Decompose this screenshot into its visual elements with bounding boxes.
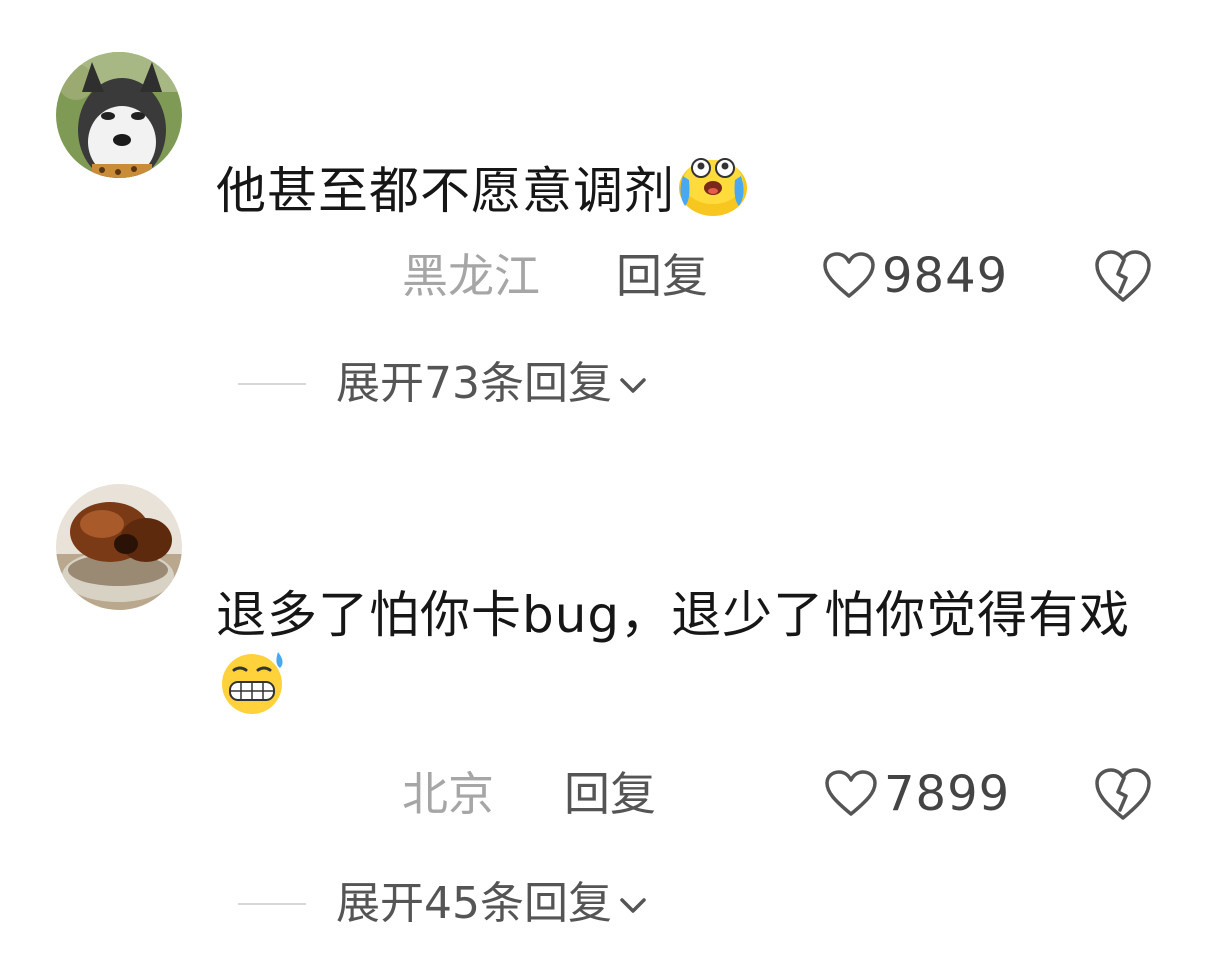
chevron-down-icon bbox=[620, 898, 646, 913]
expand-replies[interactable]: 展开45条回复 bbox=[0, 876, 1216, 932]
like-count: 7899 bbox=[884, 766, 1011, 822]
like-button[interactable]: 9849 bbox=[822, 246, 1008, 306]
broken-heart-icon[interactable] bbox=[1094, 248, 1152, 304]
comment-item: 他甚至都不愿意调剂 黑龙江 回复 9849 展开73条回复 bbox=[0, 0, 1216, 430]
comment-text-content: 他甚至都不愿意调剂 bbox=[216, 162, 675, 220]
like-count: 9849 bbox=[882, 248, 1009, 304]
reply-button[interactable]: 回复 bbox=[564, 764, 656, 824]
comment-location: 黑龙江 bbox=[402, 249, 540, 303]
husky-dog-avatar-image bbox=[56, 52, 182, 178]
comment-text: 退多了怕你卡bug，退少了怕你觉得有戏 bbox=[216, 582, 1156, 722]
comment-item: 退多了怕你卡bug，退少了怕你觉得有戏 北京 回复 7899 展开45条回复 bbox=[0, 440, 1216, 964]
expand-replies-label: 展开73条回复 bbox=[336, 358, 612, 409]
crying-laughing-face-icon bbox=[675, 150, 749, 218]
broken-heart-icon[interactable] bbox=[1094, 766, 1152, 822]
like-button[interactable]: 7899 bbox=[824, 764, 1010, 824]
heart-outline-icon bbox=[825, 770, 877, 816]
divider bbox=[238, 383, 306, 385]
expand-replies[interactable]: 展开73条回复 bbox=[0, 356, 1216, 412]
chevron-down-icon bbox=[620, 378, 646, 393]
divider bbox=[238, 903, 306, 905]
expand-replies-label: 展开45条回复 bbox=[336, 878, 612, 929]
reply-button[interactable]: 回复 bbox=[616, 246, 708, 306]
avatar[interactable] bbox=[56, 484, 182, 610]
comment-meta: 北京 回复 7899 bbox=[0, 764, 1216, 824]
comment-location: 北京 bbox=[402, 767, 494, 821]
comment-text: 他甚至都不愿意调剂 bbox=[216, 150, 1156, 224]
grimacing-sweat-face-icon bbox=[216, 648, 290, 716]
avatar[interactable] bbox=[56, 52, 182, 178]
chocolate-cake-avatar-image bbox=[56, 484, 182, 610]
heart-outline-icon bbox=[823, 252, 875, 298]
comment-text-content: 退多了怕你卡bug，退少了怕你觉得有戏 bbox=[216, 586, 1131, 644]
comment-meta: 黑龙江 回复 9849 bbox=[0, 246, 1216, 306]
